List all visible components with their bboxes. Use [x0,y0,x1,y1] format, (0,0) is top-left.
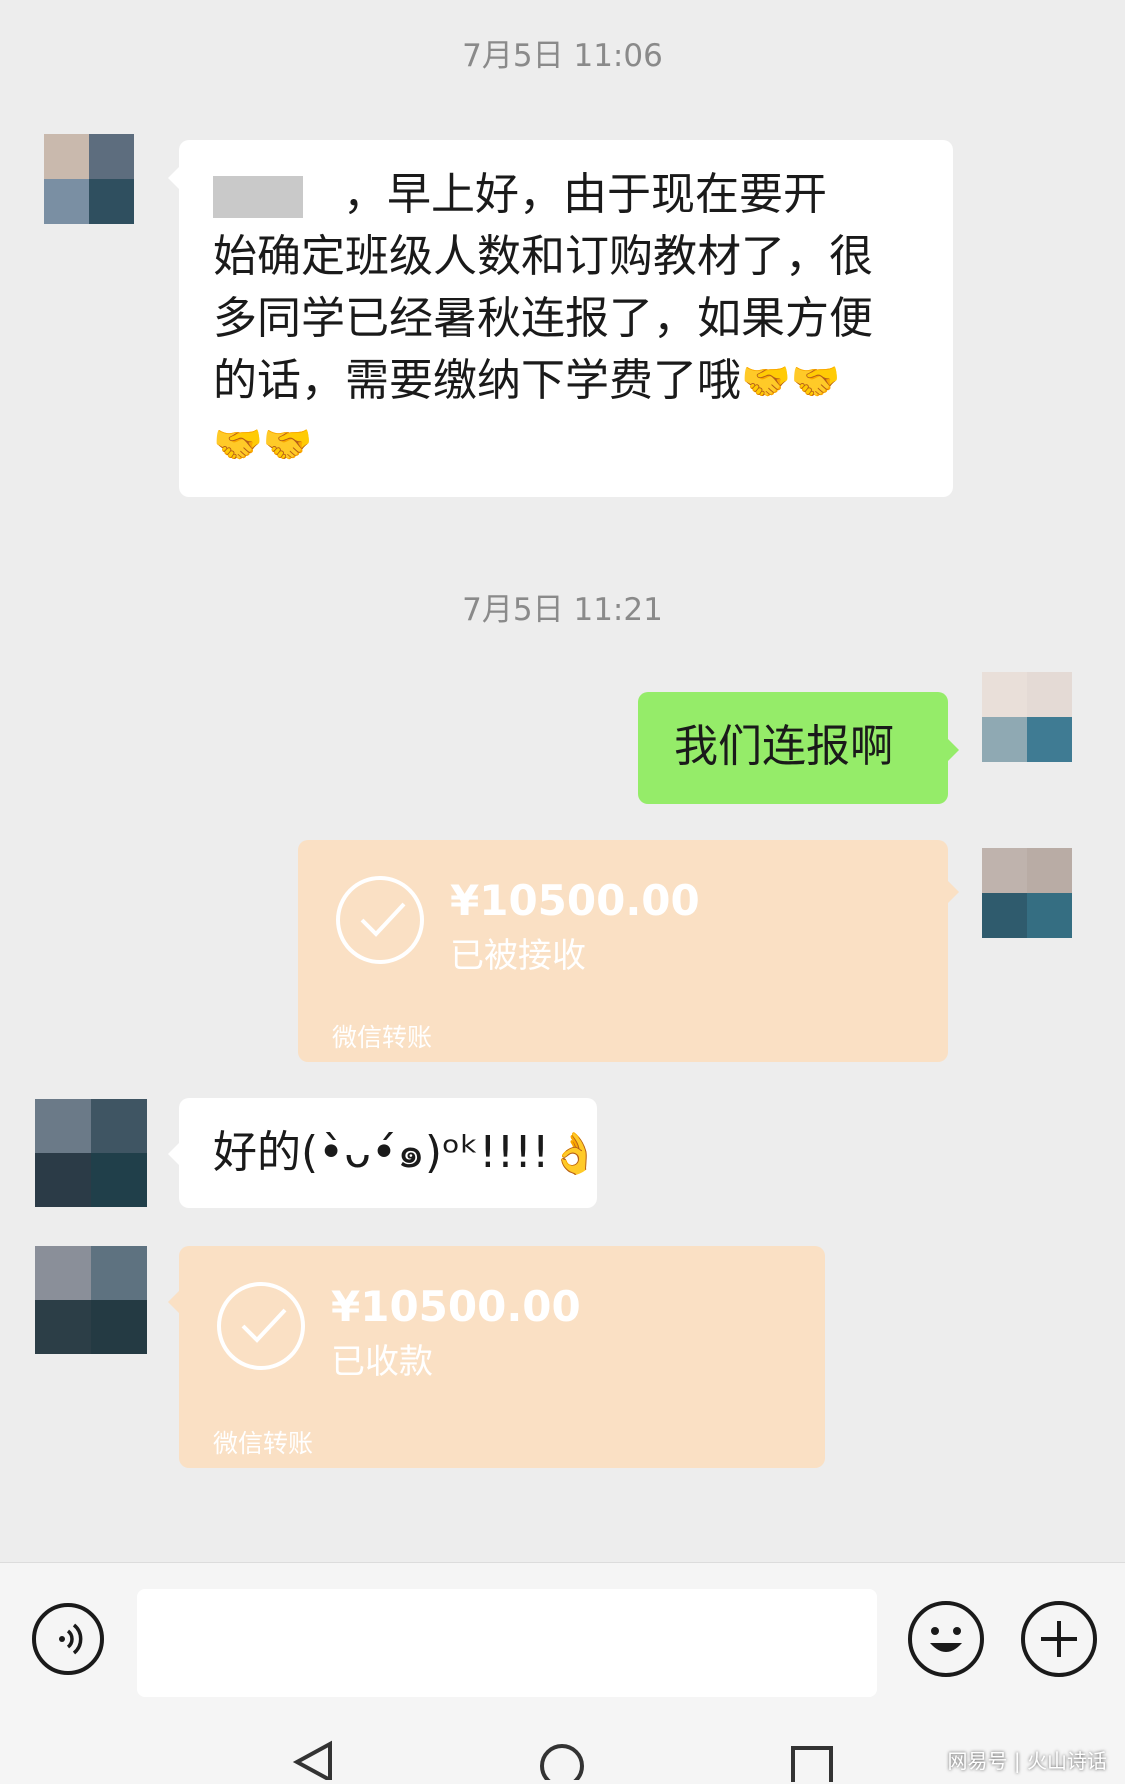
avatar[interactable] [35,1246,147,1354]
bubble-tail [947,738,959,762]
message-line: 始确定班级人数和订购教材了，很 [213,231,873,282]
timestamp: 7月5日 11:06 [462,38,663,74]
check-circle-icon [217,1282,305,1370]
message-line: 多同学已经暑秋连报了，如果方便 [213,293,873,344]
avatar[interactable] [982,672,1072,762]
transfer-status: 已被接收 [450,936,586,976]
transfer-brand: 微信转账 [213,1429,314,1458]
back-nav-icon[interactable] [285,1740,345,1780]
plus-icon[interactable] [1021,1601,1097,1677]
smiley-icon[interactable] [908,1601,984,1677]
handshake-emoji: 🤝 [213,422,263,468]
check-circle-icon [336,876,424,964]
message-line: ，早上好，由于现在要开 [213,164,921,226]
message-input[interactable] [137,1589,877,1697]
message-bubble-incoming[interactable]: 好的(•̀ᴗ•́๑)ᵒᵏ!!!!👌 [179,1098,600,1208]
handshake-emoji: 🤝 [741,359,791,405]
message-line: 🤝🤝 [213,413,921,476]
transfer-card[interactable]: ¥10500.00 已收款 微信转账 [179,1246,825,1468]
chat-input-bar [0,1562,1125,1713]
message-text: 我们连报啊 [674,721,894,772]
system-nav-bar: 网易号 | 火山诗话 [0,1712,1125,1784]
transfer-amount: ¥10500.00 [450,876,700,925]
voice-icon[interactable] [32,1603,104,1675]
message-bubble-outgoing[interactable]: 我们连报啊 [638,692,948,804]
recents-nav-icon[interactable] [783,1742,843,1782]
watermark: 网易号 | 火山诗话 [947,1749,1107,1773]
message-text: 好的(•̀ᴗ•́๑)ᵒᵏ!!!! [213,1127,550,1178]
transfer-card[interactable]: ¥10500.00 已被接收 微信转账 [298,840,948,1062]
home-nav-icon[interactable] [532,1740,592,1780]
ok-hand-emoji: 👌 [549,1131,600,1177]
transfer-brand: 微信转账 [332,1023,433,1052]
handshake-emoji: 🤝 [790,359,841,405]
avatar[interactable] [35,1099,147,1207]
timestamp: 7月5日 11:21 [462,592,663,628]
bubble-tail [947,880,959,904]
handshake-emoji: 🤝 [262,422,313,468]
transfer-amount: ¥10500.00 [331,1282,581,1331]
avatar[interactable] [44,134,134,224]
message-line: 的话，需要缴纳下学费了哦🤝🤝 [213,355,841,406]
transfer-status: 已收款 [331,1342,433,1382]
redacted-name [213,176,303,218]
avatar[interactable] [982,848,1072,938]
message-bubble-incoming[interactable]: ，早上好，由于现在要开 始确定班级人数和订购教材了，很 多同学已经暑秋连报了，如… [179,140,953,497]
